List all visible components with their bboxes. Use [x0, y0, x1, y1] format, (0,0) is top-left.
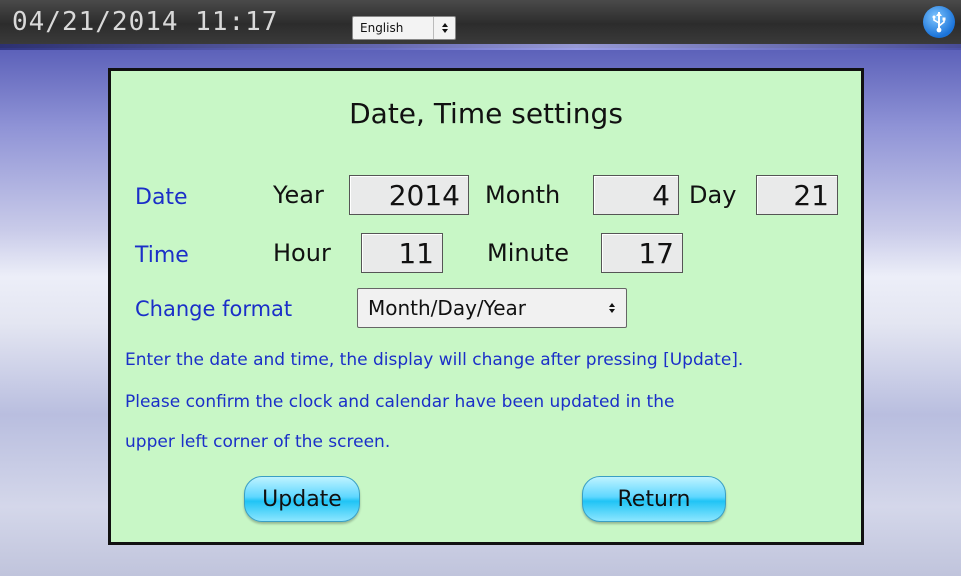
change-format-label: Change format [135, 297, 293, 321]
minute-label: Minute [487, 239, 569, 267]
minute-field[interactable]: 17 [601, 233, 683, 273]
usb-icon[interactable] [923, 6, 955, 38]
format-select[interactable]: Month/Day/Year [357, 288, 627, 328]
date-section-label: Date [135, 185, 188, 210]
instruction-line-2: Please confirm the clock and calendar ha… [125, 392, 675, 412]
datetime-display: 04/21/2014 11:17 [12, 7, 279, 37]
select-arrows-icon [598, 302, 626, 314]
dialog-title: Date, Time settings [349, 97, 623, 130]
month-label: Month [485, 181, 561, 209]
instruction-line-1: Enter the date and time, the display wil… [125, 350, 744, 370]
date-time-settings-dialog: Date, Time settings Date Year 2014 Month… [108, 68, 864, 545]
update-button[interactable]: Update [244, 476, 360, 522]
year-field[interactable]: 2014 [349, 175, 469, 215]
language-select-value: English [360, 21, 404, 35]
hour-label: Hour [273, 239, 331, 267]
day-field[interactable]: 21 [756, 175, 838, 215]
status-bar-glow [0, 44, 961, 50]
month-field[interactable]: 4 [593, 175, 679, 215]
return-button[interactable]: Return [582, 476, 726, 522]
time-section-label: Time [135, 243, 189, 268]
instruction-line-3: upper left corner of the screen. [125, 432, 391, 452]
hour-field[interactable]: 11 [361, 233, 443, 273]
select-arrows-icon [433, 17, 455, 39]
language-select[interactable]: English [352, 16, 456, 40]
format-select-value: Month/Day/Year [368, 296, 526, 320]
year-label: Year [273, 181, 324, 209]
day-label: Day [689, 181, 737, 209]
